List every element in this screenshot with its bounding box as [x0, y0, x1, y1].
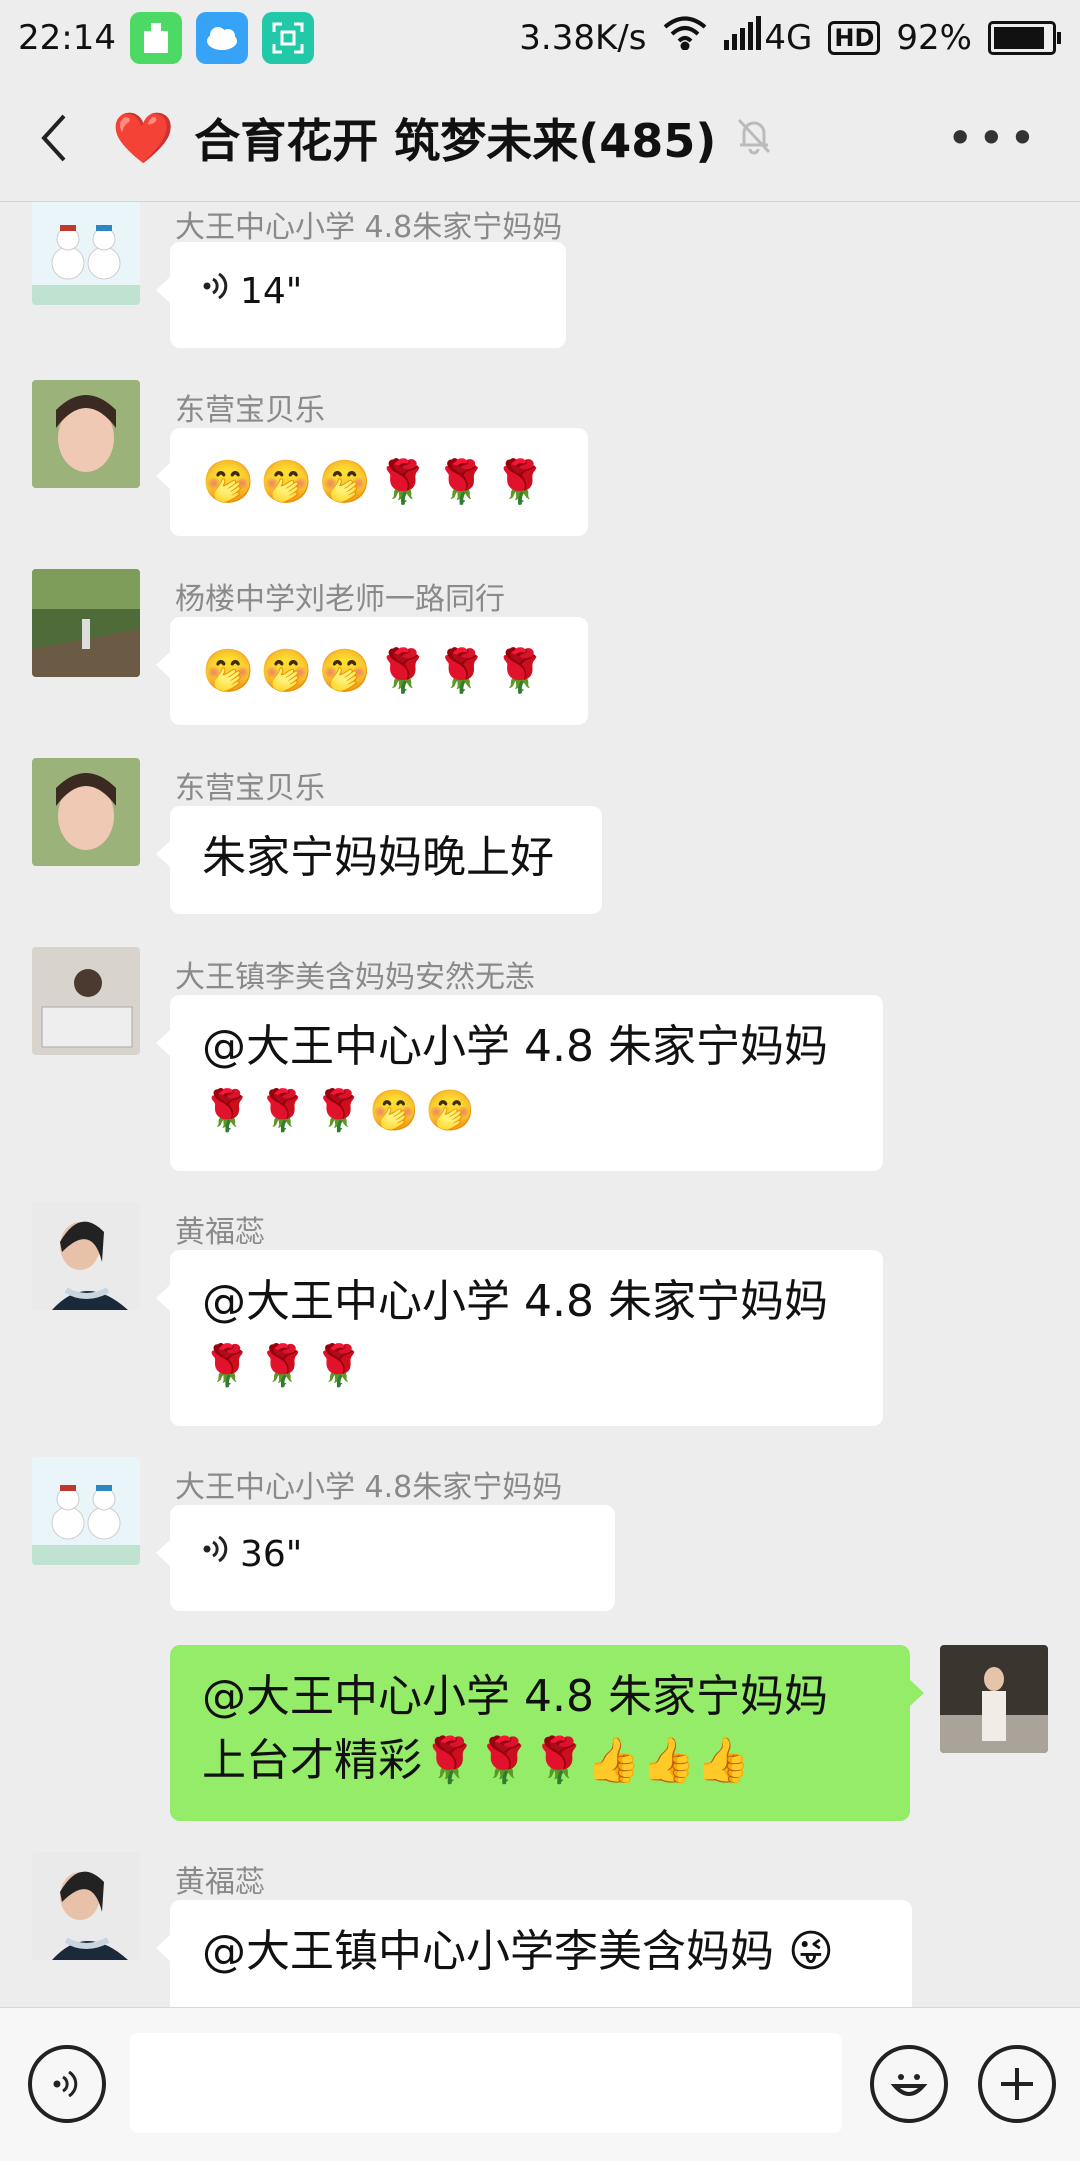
message-emoji-line: 🌹🌹🌹🤭🤭 — [202, 1088, 482, 1134]
voice-duration: 36" — [240, 1534, 303, 1575]
avatar-woman[interactable] — [32, 380, 140, 488]
sender-name: 杨楼中学刘老师一路同行 — [175, 582, 505, 617]
avatar-child[interactable] — [32, 947, 140, 1055]
message-bubble[interactable]: 🤭🤭🤭🌹🌹🌹 — [156, 428, 588, 536]
message-bubble[interactable]: 朱家宁妈妈晚上好 — [156, 806, 602, 914]
battery-percent: 92% — [896, 17, 972, 58]
voice-duration: 14" — [240, 271, 303, 312]
voice-wave-icon — [202, 260, 232, 324]
message-bubble[interactable]: @大王中心小学 4.8 朱家宁妈妈 🌹🌹🌹 — [156, 1250, 883, 1426]
more-options-button[interactable]: ••• — [947, 111, 1040, 165]
message-bubble[interactable]: @大王镇中心小学李美含妈妈 😜 — [156, 1900, 912, 2007]
network-speed: 3.38K/s — [519, 17, 647, 58]
avatar-snowman[interactable] — [32, 202, 140, 305]
my-message-bubble[interactable]: @大王中心小学 4.8 朱家宁妈妈 上台才精彩🌹🌹🌹👍👍👍 — [170, 1645, 924, 1821]
message-input[interactable] — [130, 2033, 842, 2133]
input-bar — [0, 2007, 1080, 2161]
status-time: 22:14 — [18, 17, 116, 58]
chat-header: ❤️ 合育花开 筑梦未来(485) ••• — [0, 75, 1080, 202]
sender-name: 大王中心小学 4.8朱家宁妈妈 — [175, 1470, 563, 1505]
sender-name: 黄福蕊 — [175, 1215, 265, 1250]
voice-message[interactable]: 36" — [156, 1505, 615, 1611]
message-emoji-line: 🌹🌹🌹 — [202, 1343, 370, 1389]
message-bubble[interactable]: 🤭🤭🤭🌹🌹🌹 — [156, 617, 588, 725]
wifi-icon — [662, 16, 708, 59]
message-line: @大王中心小学 4.8 朱家宁妈妈 — [202, 1276, 828, 1327]
message-line: @大王中心小学 4.8 朱家宁妈妈 — [202, 1671, 828, 1722]
message-line: @大王中心小学 4.8 朱家宁妈妈 — [202, 1021, 828, 1072]
sender-name: 大王镇李美含妈妈安然无恙 — [175, 960, 535, 995]
voice-icon — [53, 2070, 78, 2098]
heart-icon: ❤️ — [112, 108, 175, 167]
chat-title[interactable]: 合育花开 筑梦未来(485) — [194, 105, 716, 171]
avatar-snowman[interactable] — [32, 1457, 140, 1565]
chevron-left-icon — [41, 114, 66, 162]
mute-bell-icon — [736, 117, 772, 159]
status-bar: 22:14 3.38K/s 4G HD 92% — [0, 0, 1080, 75]
avatar-woman-portrait[interactable] — [32, 1852, 140, 1960]
voice-wave-icon — [202, 1523, 232, 1587]
signal-icon — [724, 16, 764, 59]
plus-icon — [1001, 2068, 1033, 2100]
back-button[interactable] — [8, 93, 98, 183]
more-actions-button[interactable] — [978, 2045, 1056, 2123]
hd-badge: HD — [828, 20, 881, 55]
cleaner-app-icon — [129, 11, 182, 64]
network-type: 4G — [764, 17, 813, 58]
message-bubble[interactable]: @大王中心小学 4.8 朱家宁妈妈 🌹🌹🌹🤭🤭 — [156, 995, 883, 1171]
message-line: 上台才精彩🌹🌹🌹👍👍👍 — [202, 1735, 751, 1786]
sender-name: 东营宝贝乐 — [175, 771, 325, 806]
message-list[interactable]: 大王中心小学 4.8朱家宁妈妈 14" 东营宝贝乐 🤭🤭🤭🌹🌹🌹 杨楼中学刘老师… — [0, 202, 1080, 2007]
sender-name: 大王中心小学 4.8朱家宁妈妈 — [175, 210, 563, 245]
voice-message[interactable]: 14" — [156, 242, 566, 348]
avatar-woman[interactable] — [32, 758, 140, 866]
weather-app-icon — [195, 11, 248, 64]
avatar-outdoor[interactable] — [32, 569, 140, 677]
emoji-button[interactable] — [870, 2045, 948, 2123]
battery-icon — [988, 20, 1061, 55]
avatar-woman-portrait[interactable] — [32, 1202, 140, 1310]
my-avatar[interactable] — [940, 1645, 1048, 1753]
sender-name: 黄福蕊 — [175, 1865, 265, 1900]
sender-name: 东营宝贝乐 — [175, 393, 325, 428]
voice-input-button[interactable] — [28, 2045, 106, 2123]
message-line: @大王镇中心小学李美含妈妈 😜 — [202, 1926, 834, 1977]
smiley-icon — [890, 2074, 928, 2096]
scan-app-icon — [261, 11, 314, 64]
